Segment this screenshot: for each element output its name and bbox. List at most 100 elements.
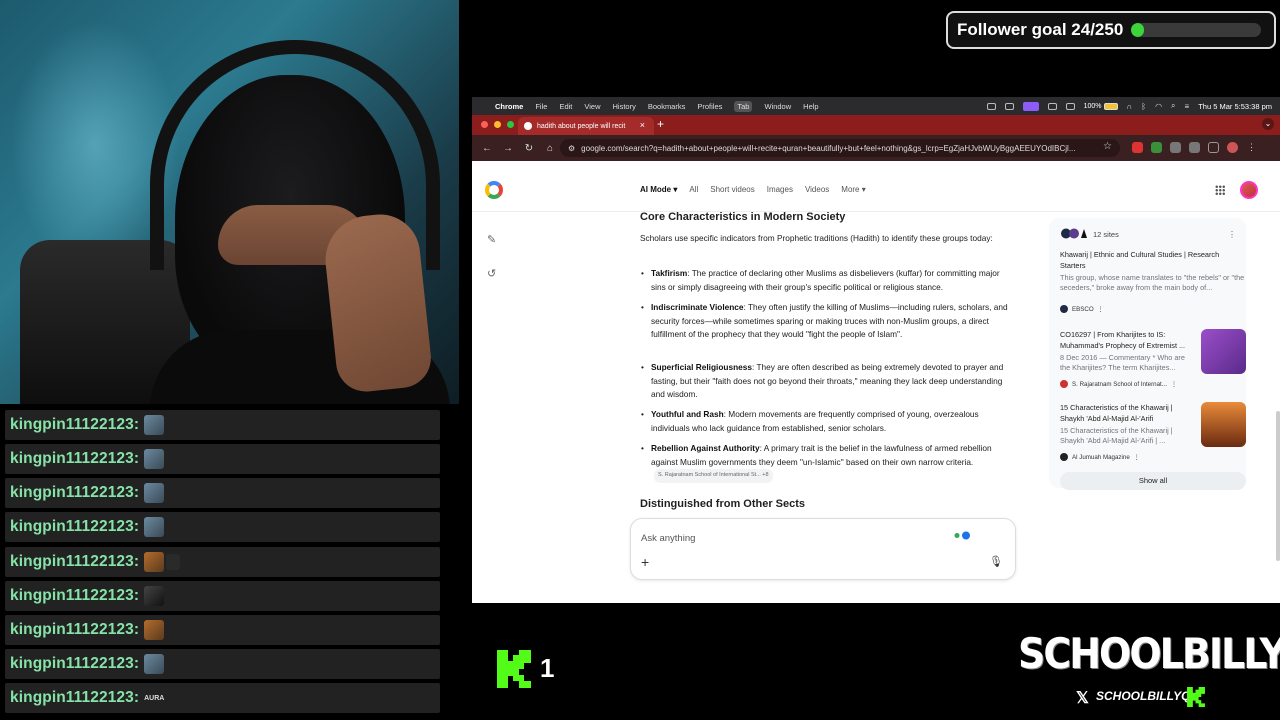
stream-canvas: kingpin11122123: kingpin11122123: kingpi… [0,0,1280,720]
extension-icon[interactable] [1170,142,1181,153]
ask-anything-box[interactable]: Ask anything + 🎙 [630,518,1016,580]
source-card[interactable]: CO16297 | From Kharijites to IS: Muhamma… [1060,330,1192,373]
chat-message: kingpin11122123: [5,512,440,542]
battery-icon [1103,102,1118,110]
more-options-icon[interactable]: ⋮ [1098,306,1104,313]
tab-ai-mode[interactable]: AI Mode ▾ [640,185,677,194]
source-card[interactable]: 15 Characteristics of the Khawarij | Sha… [1060,403,1192,446]
home-icon[interactable]: ⌂ [544,143,556,154]
source-label: EBSCO ⋮ [1060,305,1104,313]
list-item: Superficial Religiousness: They are ofte… [641,361,1011,402]
headphones-icon[interactable]: ∩ [1127,102,1133,111]
tab-videos[interactable]: Videos [805,185,829,194]
mac-menubar: Chrome File Edit View History Bookmarks … [472,97,1280,115]
tab-search-icon[interactable]: ⌄ [1262,118,1274,130]
menu-chrome[interactable]: Chrome [495,102,523,111]
history-icon[interactable]: ↺ [487,267,496,280]
chat-emote-icon [166,554,181,570]
source-snippet: 8 Dec 2016 — Commentary * Who are the Kh… [1060,353,1185,372]
tab-images[interactable]: Images [767,185,793,194]
source-thumbnail[interactable] [1201,402,1246,447]
more-options-icon[interactable]: ⋮ [1134,454,1140,461]
control-center-icon[interactable]: ≡ [1185,102,1190,111]
lens-icon[interactable] [954,531,970,540]
google-logo-icon[interactable] [485,181,503,199]
address-bar[interactable]: ⚙ google.com/search?q=hadith+about+peopl… [560,139,1120,157]
menu-profiles[interactable]: Profiles [697,102,722,111]
tab-all[interactable]: All [689,185,698,194]
menu-window[interactable]: Window [764,102,791,111]
extensions-puzzle-icon[interactable] [1189,142,1200,153]
search-icon[interactable]: ⌕ [1171,101,1175,111]
account-avatar[interactable] [1240,181,1258,199]
new-chat-icon[interactable]: ✎ [487,233,496,246]
source-thumbnail[interactable] [1201,329,1246,374]
menu-file[interactable]: File [535,102,547,111]
chat-username: kingpin11122123: [10,484,140,501]
source-name: EBSCO [1072,305,1094,313]
forward-icon[interactable]: → [502,143,514,154]
wifi-icon[interactable]: ◠ [1155,102,1162,111]
display-icon[interactable] [1047,102,1057,110]
extension-icon[interactable] [1151,142,1162,153]
google-apps-icon[interactable] [1215,185,1225,195]
al-jumuah-favicon-icon [1060,453,1068,461]
zoom-window-button[interactable] [507,121,514,128]
follower-goal-bar [1131,23,1262,37]
reading-list-icon[interactable] [1208,142,1219,153]
battery-indicator[interactable]: 100% [1084,102,1118,110]
bluetooth-icon[interactable]: ᛒ [1141,102,1146,111]
source-title[interactable]: 15 Characteristics of the Khawarij | Sha… [1060,403,1192,424]
recording-icon[interactable] [1022,101,1039,111]
source-title[interactable]: Khawarij | Ethnic and Cultural Studies |… [1060,250,1246,271]
keyboard-icon[interactable] [1065,102,1075,110]
tab-more-label: More [841,185,860,194]
more-options-icon[interactable]: ⋮ [1171,381,1177,388]
menubar-clock[interactable]: Thu 5 Mar 5:53:38 pm [1198,102,1272,111]
chat-message: kingpin11122123: [5,444,440,474]
profile-avatar-icon[interactable] [1227,142,1238,153]
tab-ai-mode-label: AI Mode [640,185,672,194]
close-tab-icon[interactable]: × [640,120,645,130]
menu-history[interactable]: History [613,102,636,111]
kick-small-logo-icon [1187,687,1205,707]
extension-icon[interactable] [1132,142,1143,153]
chat-message: kingpin11122123: [5,547,440,577]
tab-short-videos[interactable]: Short videos [710,185,754,194]
chat-emote-text: AURA [144,694,165,702]
status-icon[interactable] [986,102,996,110]
ask-input[interactable]: Ask anything [641,533,695,544]
sites-count[interactable]: 12 sites [1093,230,1119,239]
add-attachment-icon[interactable]: + [641,554,649,570]
browser-tab-active[interactable]: hadith about people will recit × [518,117,654,135]
close-window-button[interactable] [481,121,488,128]
bullet-term: Youthful and Rash [651,409,724,419]
more-options-icon[interactable]: ⋮ [1228,230,1236,239]
citation-chip[interactable]: S. Rajaratnam School of International St… [654,469,773,483]
reload-icon[interactable]: ↻ [523,143,535,154]
back-icon[interactable]: ← [481,143,493,154]
site-info-icon[interactable]: ⚙ [568,144,575,153]
chat-username: kingpin11122123: [10,621,140,638]
menu-bookmarks[interactable]: Bookmarks [648,102,686,111]
menu-help[interactable]: Help [803,102,818,111]
menu-view[interactable]: View [584,102,600,111]
page-scrollbar[interactable] [1276,411,1280,561]
tab-more[interactable]: More ▾ [841,185,865,194]
source-title[interactable]: CO16297 | From Kharijites to IS: Muhamma… [1060,330,1192,351]
status-icon[interactable] [1004,102,1014,110]
source-card[interactable]: Khawarij | Ethnic and Cultural Studies |… [1060,250,1246,293]
bookmark-star-icon[interactable]: ☆ [1103,141,1112,152]
microphone-icon[interactable]: 🎙 [989,555,1003,568]
brand-logo: SCHOOLBILLYQ [1018,629,1280,678]
follower-goal-label: Follower goal 24/250 [957,20,1124,39]
menu-tab[interactable]: Tab [734,100,753,112]
chat-message: kingpin11122123: [5,615,440,645]
chrome-menu-icon[interactable]: ⋮ [1246,142,1257,153]
chat-emote-icon [144,517,165,537]
show-all-button[interactable]: Show all [1060,472,1246,490]
x-logo-icon: 𝕏 [1076,690,1089,707]
new-tab-button[interactable]: + [657,117,664,131]
menu-edit[interactable]: Edit [559,102,572,111]
minimize-window-button[interactable] [494,121,501,128]
